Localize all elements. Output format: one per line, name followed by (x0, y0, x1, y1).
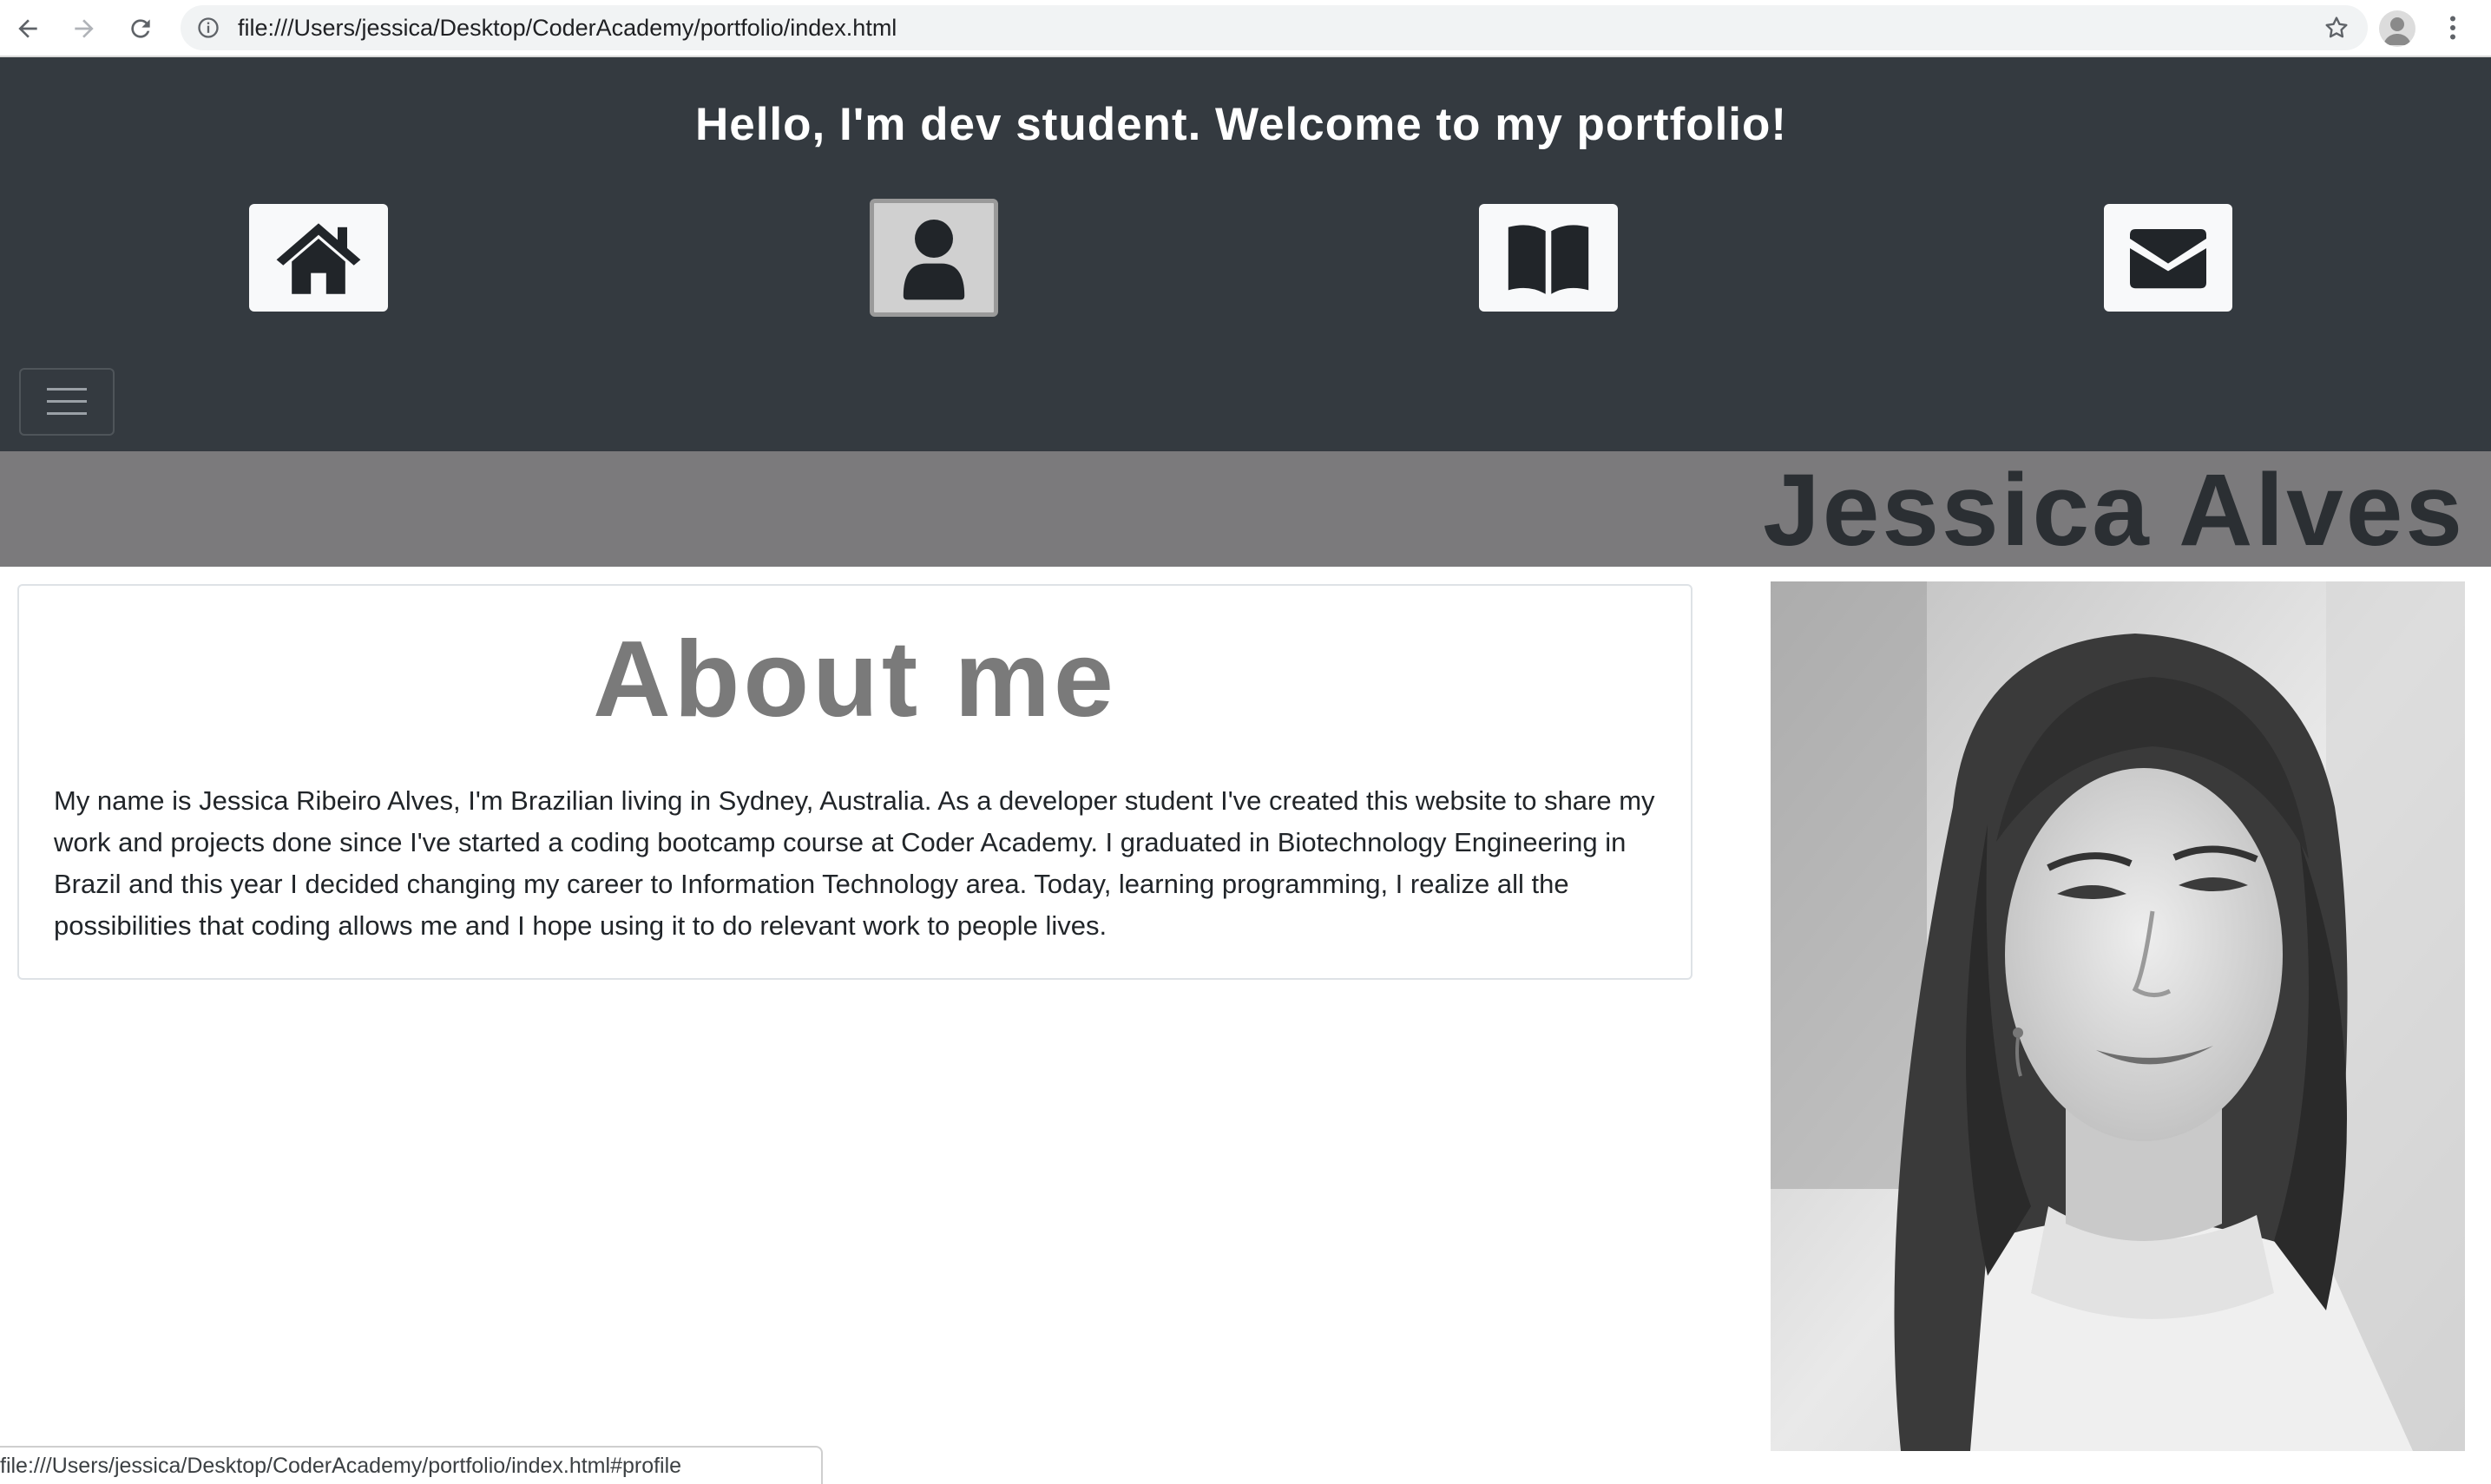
page-greeting: Hello, I'm dev student. Welcome to my po… (694, 99, 1788, 150)
user-icon (903, 220, 965, 300)
nav-contact-link[interactable] (2104, 204, 2232, 312)
menu-kebab-icon[interactable] (2437, 12, 2468, 43)
bookmark-star-icon[interactable] (2323, 14, 2350, 42)
forward-arrow-icon (75, 19, 94, 38)
book-icon (1508, 225, 1589, 294)
nav-profile-link[interactable] (870, 199, 998, 317)
browser-toolbar: file:///Users/jessica/Desktop/CoderAcade… (0, 0, 2491, 57)
status-bar-url: file:///Users/jessica/Desktop/CoderAcade… (0, 1446, 823, 1484)
address-bar[interactable]: file:///Users/jessica/Desktop/CoderAcade… (181, 5, 2368, 50)
forward-button[interactable] (63, 8, 105, 49)
nav-home-link[interactable] (249, 204, 388, 312)
url-text[interactable]: file:///Users/jessica/Desktop/CoderAcade… (238, 5, 897, 50)
reload-button[interactable] (120, 8, 161, 49)
owner-name: Jessica Alves (1763, 453, 2465, 568)
hamburger-icon (47, 388, 87, 415)
profile-photo (1771, 581, 2465, 1451)
envelope-icon (2130, 229, 2206, 289)
name-banner: Jessica Alves (0, 451, 2491, 567)
profile-icon[interactable] (2379, 10, 2415, 47)
home-icon (276, 223, 361, 294)
about-card: About me My name is Jessica Ribeiro Alve… (17, 584, 1692, 980)
about-bio: My name is Jessica Ribeiro Alves, I'm Br… (54, 785, 1655, 941)
reload-icon (131, 19, 150, 38)
site-header: Hello, I'm dev student. Welcome to my po… (0, 57, 2491, 451)
about-title: About me (593, 620, 1117, 739)
back-arrow-icon (18, 19, 37, 38)
info-icon[interactable] (196, 16, 220, 40)
nav-portfolio-link[interactable] (1479, 204, 1618, 312)
navbar-toggler-button[interactable] (19, 368, 115, 436)
back-button[interactable] (7, 8, 49, 49)
